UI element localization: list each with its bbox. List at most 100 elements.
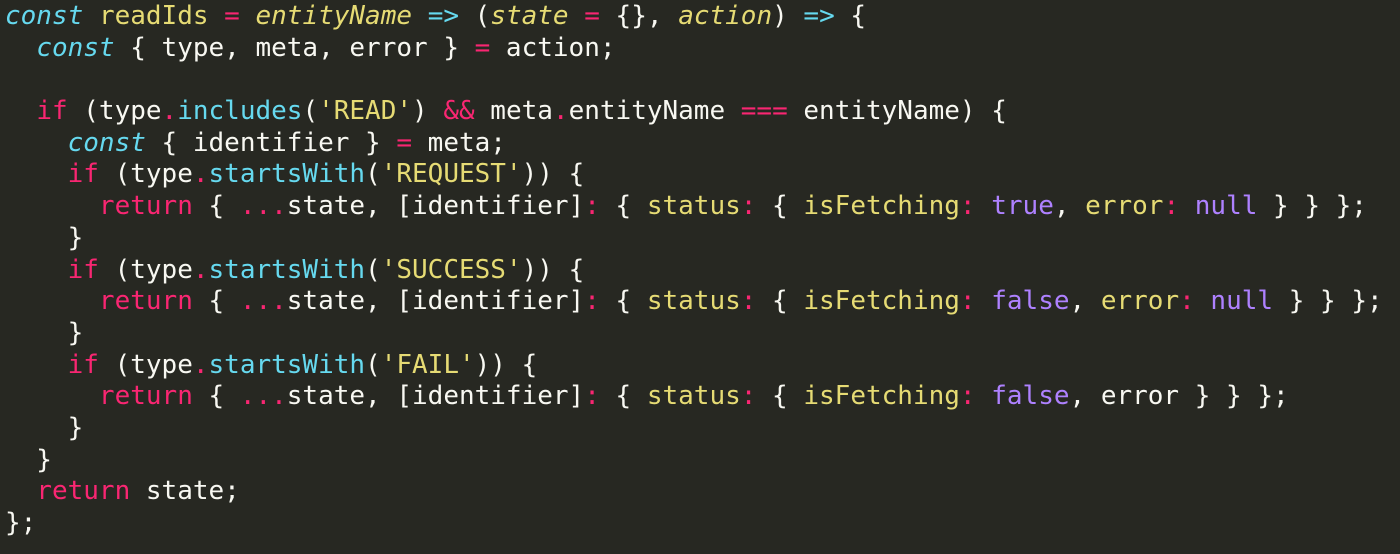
code-token: meta [474, 96, 553, 127]
code-token: { [192, 191, 240, 222]
code-token: meta; [412, 127, 506, 158]
code-line: const { type, meta, error } = action; [5, 33, 1383, 65]
code-token: : [959, 191, 976, 222]
code-token: false [991, 381, 1070, 412]
code-token: (type [67, 96, 162, 127]
code-token: (type [98, 159, 193, 190]
code-token: state, [identifier] [286, 191, 585, 222]
code-token: status [646, 191, 741, 222]
code-token: { [834, 1, 867, 31]
code-area[interactable]: const readIds = entityName => (state = {… [5, 1, 1383, 540]
code-token: && [443, 96, 475, 127]
code-token: => [803, 1, 835, 31]
code-token: . [161, 96, 178, 127]
code-line: return { ...state, [identifier]: { statu… [5, 286, 1383, 318]
code-line: const { identifier } = meta; [5, 128, 1383, 160]
code-token: const [36, 32, 115, 63]
code-token: const [5, 1, 84, 31]
code-token: ) [412, 96, 444, 127]
code-token: state; [130, 476, 240, 507]
code-token: : [740, 191, 757, 222]
code-token: if [67, 159, 99, 190]
code-token: : [584, 286, 600, 317]
code-token: 'SUCCESS' [380, 254, 522, 285]
code-token: state [490, 1, 569, 31]
code-token: } } }; [1257, 191, 1367, 222]
code-token: = [474, 32, 491, 63]
code-token: === [740, 96, 788, 127]
code-token: : [740, 286, 757, 317]
code-line: if (type.startsWith('SUCCESS')) { [5, 255, 1383, 287]
code-token: startsWith [208, 159, 366, 190]
code-token: error [1085, 191, 1164, 222]
code-token: , [1053, 191, 1086, 222]
code-token: { [756, 286, 804, 317]
code-token: { [192, 381, 240, 412]
code-line: return { ...state, [identifier]: { statu… [5, 381, 1383, 413]
code-token: (type [98, 254, 193, 285]
code-token: status [646, 381, 741, 412]
code-token: => [427, 1, 459, 31]
code-token: = [584, 1, 600, 31]
code-token: : [1163, 191, 1180, 222]
code-token: entityName [255, 1, 413, 31]
code-line: if (type.startsWith('FAIL')) { [5, 350, 1383, 382]
code-token: status [646, 286, 741, 317]
code-token: 'REQUEST' [380, 159, 522, 190]
code-line: if (type.includes('READ') && meta.entity… [5, 96, 1383, 128]
code-token: isFetching [803, 381, 960, 412]
code-token: { [599, 286, 647, 317]
code-token: }; [5, 508, 37, 538]
code-line: if (type.startsWith('REQUEST')) { [5, 159, 1383, 191]
code-token: : [959, 286, 976, 317]
code-line: }; [5, 508, 1383, 540]
code-token: startsWith [208, 349, 366, 380]
code-token: return [98, 286, 193, 317]
code-token: null [1210, 286, 1274, 317]
code-token: = [224, 1, 240, 31]
code-token: startsWith [208, 254, 366, 285]
code-editor[interactable]: const readIds = entityName => (state = {… [0, 0, 1400, 554]
code-token: : [584, 191, 600, 222]
code-token: (type [98, 349, 193, 380]
code-token: . [192, 254, 209, 285]
code-token: if [36, 96, 68, 127]
code-token: ( [459, 1, 491, 31]
code-token: , error } } }; [1069, 381, 1289, 412]
code-token: : [584, 381, 600, 412]
code-line: } [5, 413, 1383, 445]
code-token: action; [490, 32, 616, 63]
code-line: } [5, 318, 1383, 350]
code-token: )) { [521, 159, 585, 190]
code-token: const [67, 127, 146, 158]
code-token: )) { [521, 254, 585, 285]
code-token: isFetching [803, 191, 960, 222]
code-token: entityName [568, 96, 741, 127]
code-token: . [192, 349, 209, 380]
code-token: } } }; [1273, 286, 1383, 317]
code-token: state, [identifier] [286, 381, 585, 412]
code-token: ... [239, 191, 287, 222]
code-token: entityName) { [787, 96, 1007, 127]
code-token: , [1069, 286, 1101, 317]
code-token: state, [identifier] [286, 286, 585, 317]
code-token: { [756, 381, 804, 412]
code-token: { [192, 286, 240, 317]
code-token: { [756, 191, 804, 222]
code-token: 'READ' [318, 96, 413, 127]
code-token: . [552, 96, 569, 127]
